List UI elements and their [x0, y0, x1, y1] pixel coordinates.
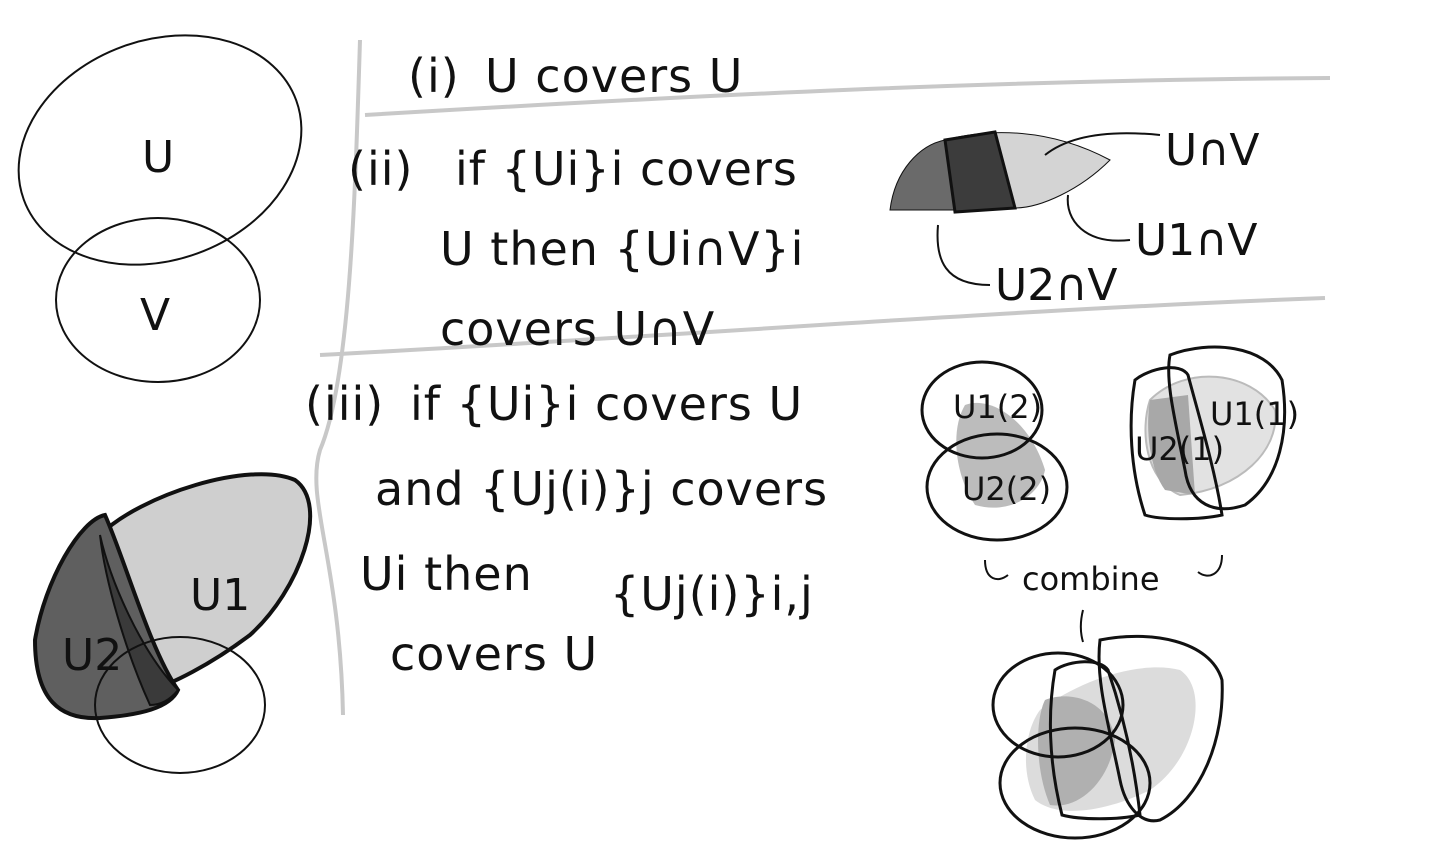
- combine-arrow-right: [1197, 554, 1223, 577]
- u1nv-label-arrow: [1066, 194, 1131, 242]
- u2-2-label: U2(2): [962, 470, 1051, 508]
- combined-sketch: [991, 634, 1224, 840]
- u2nv-label-arrow: [936, 224, 991, 286]
- axiom-iii-marker: (iii): [305, 377, 384, 431]
- u1-2-label: U1(2): [953, 388, 1042, 426]
- axiom-iii-line3: Ui then: [360, 547, 533, 601]
- axiom-iii-line4: covers U: [390, 627, 598, 681]
- u2-1-label: U2(1): [1135, 430, 1224, 468]
- v-label: V: [140, 290, 170, 341]
- axiom-ii-line2: U then {Ui∩V}i: [440, 222, 804, 276]
- axiom-ii-line1: if {Ui}i covers: [455, 142, 798, 196]
- combine-arrow-down: [1079, 609, 1084, 643]
- diagram-canvas: U V (i) U covers U (ii) if {Ui}i covers …: [17, 34, 1331, 840]
- unv-label: U∩V: [1165, 125, 1260, 176]
- axiom-ii-marker: (ii): [348, 142, 413, 196]
- cover-sketch-left: [32, 472, 312, 774]
- u2-label: U2: [62, 630, 122, 681]
- u-label: U: [142, 132, 174, 183]
- axiom-i-text: U covers U: [485, 49, 743, 103]
- axiom-iii-line3b: {Uj(i)}i,j: [610, 567, 814, 621]
- u1-label: U1: [190, 570, 250, 621]
- combine-arrow-left: [984, 559, 1009, 581]
- combine-label: combine: [1022, 560, 1160, 598]
- axiom-iii-line2: and {Uj(i)}j covers: [375, 462, 828, 516]
- u1nv-label: U1∩V: [1135, 215, 1258, 266]
- u1-1-label: U1(1): [1210, 395, 1299, 433]
- u2nv-label: U2∩V: [995, 260, 1118, 311]
- axiom-i-marker: (i): [408, 49, 460, 103]
- axiom-iii-line1: if {Ui}i covers U: [410, 377, 803, 431]
- axiom-ii-line3: covers U∩V: [440, 302, 715, 356]
